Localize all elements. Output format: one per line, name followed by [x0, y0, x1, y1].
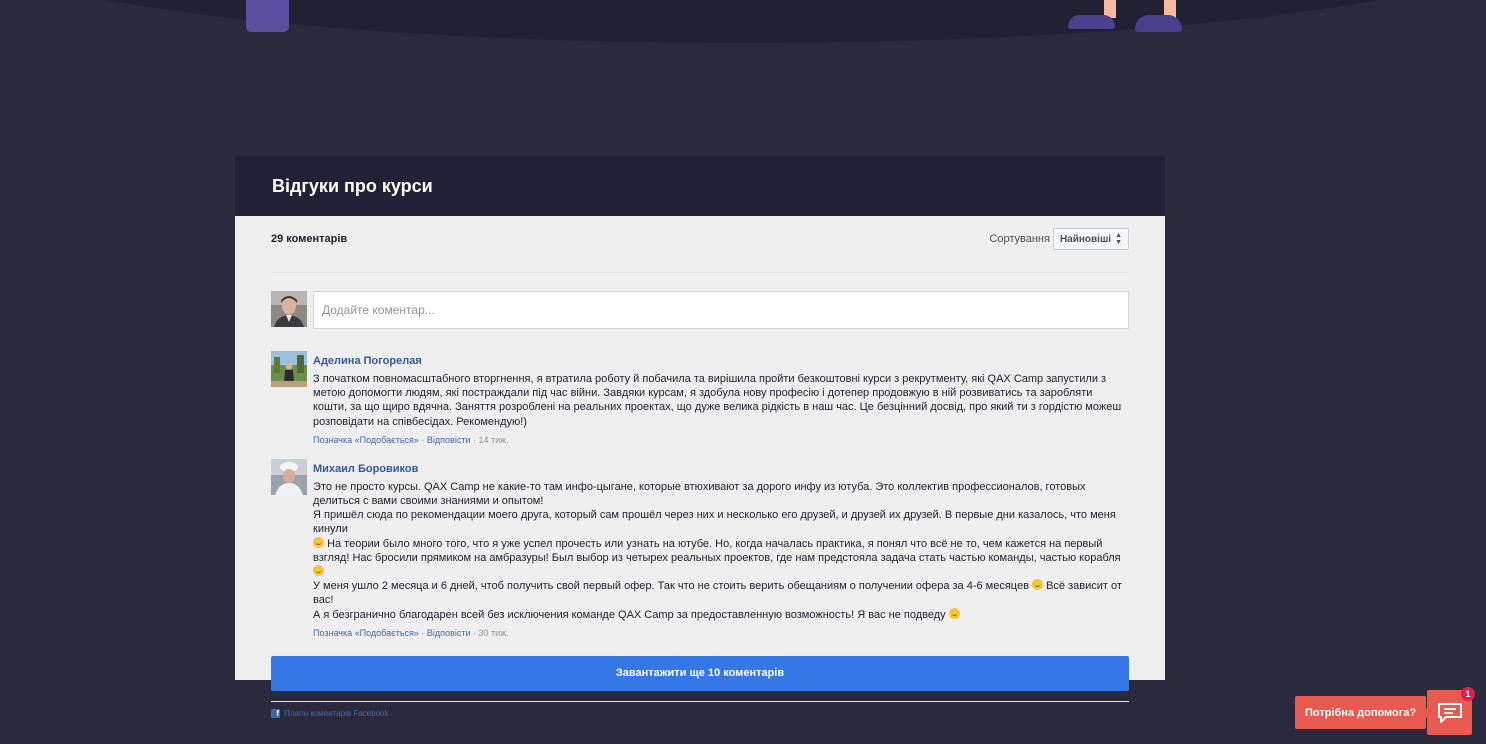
sort-selected-value: Найновіші	[1059, 233, 1112, 245]
comment-paragraph: З початком повномасштабного вторгнення, …	[313, 373, 1122, 428]
comment-body: Михаил Боровиков Это не просто курсы. QA…	[313, 459, 1129, 638]
comment-author[interactable]: Аделина Погорелая	[313, 355, 422, 367]
smile-emoji-icon	[313, 565, 324, 577]
current-user-avatar	[271, 291, 307, 327]
facebook-icon: f	[271, 708, 280, 718]
smile-emoji-icon	[948, 607, 960, 619]
comment-author[interactable]: Михаил Боровиков	[313, 463, 418, 475]
comment-paragraph: У меня ушло 2 месяца и 6 дней, чтоб полу…	[313, 580, 1029, 593]
commenter-avatar[interactable]	[271, 351, 307, 387]
facebook-plugin-footer[interactable]: f Плагін коментарів Facebook	[271, 700, 1129, 718]
comment-body: Аделина Погорелая З початком повномасшта…	[313, 351, 1129, 445]
comment-paragraph: А я безгранично благодарен всей без искл…	[313, 608, 946, 621]
reply-link[interactable]: Відповісти	[427, 435, 471, 445]
comment-actions: Позначка «Подобається» · Відповісти · 30…	[313, 627, 509, 638]
hero-illustration-shape	[246, 0, 289, 32]
sort-select[interactable]: Найновіші ▲ ▼	[1052, 228, 1129, 250]
comment-count: 29 коментарів	[271, 233, 348, 245]
sort-control: Сортування Найновіші ▲ ▼	[989, 228, 1129, 250]
notification-badge: 1	[1461, 687, 1475, 701]
comment-input[interactable]	[313, 291, 1129, 329]
comment-actions: Позначка «Подобається» · Відповісти · 14…	[313, 434, 509, 445]
smile-emoji-icon	[313, 536, 324, 548]
sort-label: Сортування	[989, 233, 1050, 245]
comment-time[interactable]: 30 тиж.	[479, 628, 509, 638]
comment-paragraph: Я пришёл сюда по рекомендации моего друг…	[313, 509, 1116, 536]
comment-composer	[271, 291, 1129, 331]
comment-text: Это не просто курсы. QAX Camp не какие-т…	[313, 480, 1129, 622]
comment-paragraph: На теории было много того, что я уже усп…	[313, 537, 1121, 564]
like-link[interactable]: Позначка «Подобається»	[313, 435, 419, 445]
facebook-plugin-label: Плагін коментарів Facebook	[284, 708, 389, 718]
reviews-header: Відгуки про курси	[235, 156, 1165, 216]
comments-topbar: 29 коментарів Сортування Найновіші ▲ ▼	[271, 216, 1129, 273]
hero-section-bottom	[0, 0, 1486, 43]
commenter-avatar[interactable]	[271, 458, 307, 495]
comment-paragraph: Это не просто курсы. QAX Camp не какие-т…	[313, 480, 1086, 508]
comment-text: З початком повномасштабного вторгнення, …	[313, 372, 1129, 429]
reviews-section: Відгуки про курси 29 коментарів Сортуван…	[235, 156, 1165, 718]
facebook-comments-plugin: 29 коментарів Сортування Найновіші ▲ ▼ Д…	[235, 216, 1165, 718]
reply-link[interactable]: Відповісти	[427, 628, 471, 638]
smile-emoji-icon	[1032, 579, 1044, 591]
comment-item: Михаил Боровиков Это не просто курсы. QA…	[271, 458, 1129, 638]
load-more-comments-button[interactable]: Завантажити ще 10 коментарів	[271, 655, 1129, 691]
help-label[interactable]: Потрібна допомога?	[1295, 696, 1434, 729]
comment-item: Аделина Погорелая З початком повномасшта…	[271, 351, 1129, 445]
reviews-title: Відгуки про курси	[272, 175, 433, 196]
comment-time[interactable]: 14 тиж.	[479, 435, 509, 445]
chat-icon	[1437, 702, 1462, 723]
sort-arrows-icon: ▲ ▼	[1115, 232, 1122, 246]
like-link[interactable]: Позначка «Подобається»	[313, 628, 419, 638]
